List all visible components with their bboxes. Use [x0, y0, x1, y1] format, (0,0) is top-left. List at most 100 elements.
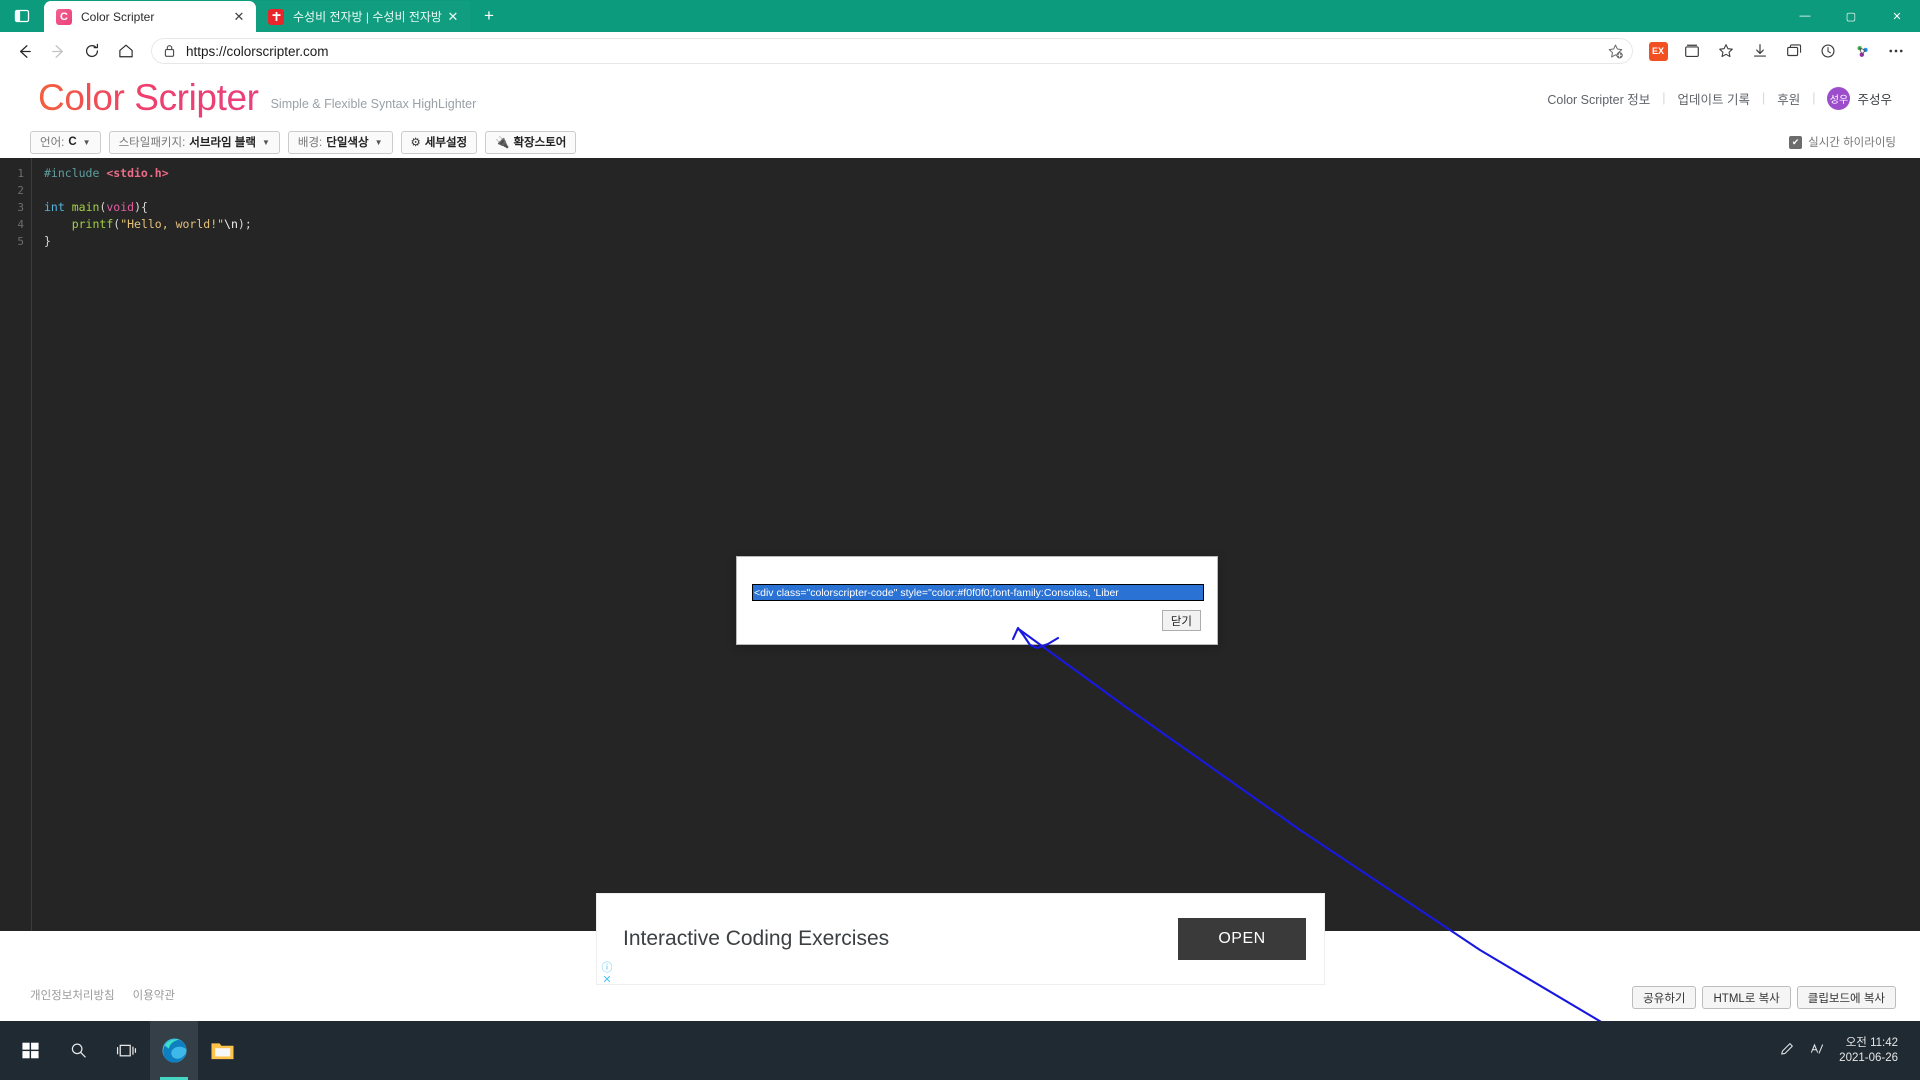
- copy-to-clipboard-button[interactable]: 클립보드에 복사: [1796, 986, 1896, 1009]
- page-content: Color Scripter Simple & Flexible Syntax …: [0, 70, 1920, 1021]
- code-area[interactable]: #include <stdio.h> int main(void){ print…: [32, 158, 1920, 931]
- tab-actions-button[interactable]: [0, 0, 44, 32]
- ad-close-icon[interactable]: ✕: [602, 975, 611, 986]
- maximize-button[interactable]: ▢: [1828, 0, 1874, 32]
- footer-link-privacy[interactable]: 개인정보처리방침: [30, 987, 115, 1003]
- background-value: 단일색상: [326, 137, 369, 149]
- address-bar[interactable]: https://colorscripter.com: [150, 37, 1634, 65]
- language-selector[interactable]: 언어: C ▼: [30, 130, 101, 154]
- line-number: 2: [17, 184, 24, 197]
- site-tagline: Simple & Flexible Syntax HighLighter: [270, 96, 477, 111]
- line-number: 4: [17, 218, 24, 231]
- url-text: https://colorscripter.com: [186, 43, 329, 59]
- downloads-icon[interactable]: [1744, 35, 1776, 67]
- modal-close-button[interactable]: 닫기: [1161, 610, 1201, 631]
- tab-title: 수성비 전자방 | 수성비 전자방: [293, 10, 442, 24]
- minimize-button[interactable]: —: [1782, 0, 1828, 32]
- new-tab-button[interactable]: +: [474, 1, 504, 31]
- taskbar-app-edge[interactable]: [150, 1021, 198, 1080]
- plug-icon: 🔌: [495, 137, 510, 149]
- style-package-value: 서브라임 블랙: [189, 137, 256, 149]
- browser-essentials-icon[interactable]: [1812, 35, 1844, 67]
- footer-links: 개인정보처리방침 이용약관: [30, 987, 175, 1003]
- forward-arrow-icon: [51, 44, 63, 58]
- extension-store-button[interactable]: 🔌 확장스토어: [485, 130, 577, 154]
- ad-info-icon[interactable]: ⓘ: [602, 963, 613, 974]
- background-selector[interactable]: 배경: 단일색상 ▼: [287, 130, 393, 154]
- ad-open-button[interactable]: OPEN: [1178, 918, 1306, 960]
- apps-icon[interactable]: [1778, 35, 1810, 67]
- detail-settings-button[interactable]: ⚙ 세부설정: [400, 130, 478, 154]
- share-button[interactable]: 공유하기: [1632, 986, 1697, 1009]
- line-number: 3: [17, 201, 24, 214]
- redsite-icon: [268, 8, 284, 25]
- windows-taskbar: 오전 11:42 2021-06-26: [0, 1021, 1920, 1080]
- code-line: printf("Hello, world!"\n);: [44, 216, 1920, 233]
- system-tray: 오전 11:42 2021-06-26: [1779, 1036, 1914, 1066]
- taskbar-app-file-explorer[interactable]: [198, 1021, 246, 1080]
- extension-badge-icon[interactable]: EX: [1642, 35, 1674, 67]
- realtime-highlight-toggle[interactable]: ✔ 실시간 하이라이팅: [1789, 134, 1896, 150]
- code-line: int main(void){: [44, 199, 1920, 216]
- home-button[interactable]: [110, 35, 142, 67]
- browser-tab-inactive[interactable]: 수성비 전자방 | 수성비 전자방 ✕: [256, 1, 470, 32]
- code-token: void: [106, 200, 135, 214]
- style-package-selector[interactable]: 스타일패키지: 서브라임 블랙 ▼: [108, 130, 280, 154]
- line-number-gutter: 1 2 3 4 5: [0, 158, 32, 931]
- clock-time: 오전 11:42: [1845, 1036, 1898, 1049]
- code-line: }: [44, 233, 1920, 250]
- back-button[interactable]: [8, 35, 40, 67]
- extensions-icon[interactable]: [1846, 35, 1878, 67]
- chevron-down-icon: ▼: [82, 137, 91, 147]
- start-button[interactable]: [6, 1021, 54, 1080]
- ad-banner[interactable]: Interactive Coding Exercises OPEN: [596, 893, 1325, 985]
- settings-more-icon[interactable]: [1880, 35, 1912, 67]
- task-view-icon: [116, 1044, 136, 1057]
- footer-link-terms[interactable]: 이용약관: [133, 987, 175, 1003]
- browser-tab-active[interactable]: C Color Scripter ✕: [44, 1, 256, 32]
- style-package-label: 스타일패키지:: [118, 137, 186, 149]
- code-token: }: [44, 234, 51, 248]
- header-link-donate[interactable]: 후원: [1765, 89, 1812, 108]
- close-window-button[interactable]: ✕: [1874, 0, 1920, 32]
- language-value: C: [68, 136, 77, 148]
- taskbar-search-button[interactable]: [54, 1021, 102, 1080]
- code-line: #include <stdio.h>: [44, 165, 1920, 182]
- header-link-about[interactable]: Color Scripter 정보: [1535, 89, 1662, 108]
- header-link-updates[interactable]: 업데이트 기록: [1665, 89, 1761, 108]
- clock-date: 2021-06-26: [1839, 1051, 1898, 1064]
- editor-toolbar: 언어: C ▼ 스타일패키지: 서브라임 블랙 ▼ 배경: 단일색상 ▼ ⚙ 세…: [0, 126, 1920, 158]
- favorites-icon[interactable]: [1710, 35, 1742, 67]
- username-label[interactable]: 주성우: [1857, 89, 1896, 108]
- taskbar-clock[interactable]: 오전 11:42 2021-06-26: [1839, 1036, 1898, 1066]
- task-view-button[interactable]: [102, 1021, 150, 1080]
- lock-icon: [163, 44, 176, 58]
- copy-as-html-button[interactable]: HTML로 복사: [1702, 986, 1791, 1009]
- pen-icon[interactable]: [1779, 1041, 1795, 1060]
- site-logo[interactable]: Color Scripter: [38, 77, 259, 119]
- favorite-add-icon[interactable]: [1603, 39, 1627, 63]
- colorscripter-icon: C: [56, 8, 72, 25]
- refresh-button[interactable]: [76, 35, 108, 67]
- divider: |: [1812, 91, 1816, 105]
- line-number: 1: [17, 167, 24, 180]
- redsite-glyph: [272, 12, 280, 21]
- avatar[interactable]: 성우: [1827, 86, 1851, 110]
- code-token: int: [44, 200, 65, 214]
- checkbox-checked-icon[interactable]: ✔: [1789, 135, 1803, 149]
- code-editor[interactable]: 1 2 3 4 5 #include <stdio.h> int main(void){…: [0, 158, 1920, 931]
- code-token: "Hello, world!": [120, 217, 225, 231]
- close-icon[interactable]: ✕: [228, 6, 250, 28]
- close-icon[interactable]: ✕: [442, 6, 464, 28]
- code-token: ){: [134, 200, 148, 214]
- ad-title: Interactive Coding Exercises: [623, 927, 890, 950]
- forward-button[interactable]: [42, 35, 74, 67]
- html-code-input[interactable]: <div class="colorscripter-code" style="c…: [752, 584, 1204, 601]
- collections-icon[interactable]: [1676, 35, 1708, 67]
- back-arrow-icon: [19, 44, 31, 58]
- input-indicator-icon[interactable]: [1809, 1041, 1825, 1060]
- windows-start-icon: [21, 1042, 39, 1059]
